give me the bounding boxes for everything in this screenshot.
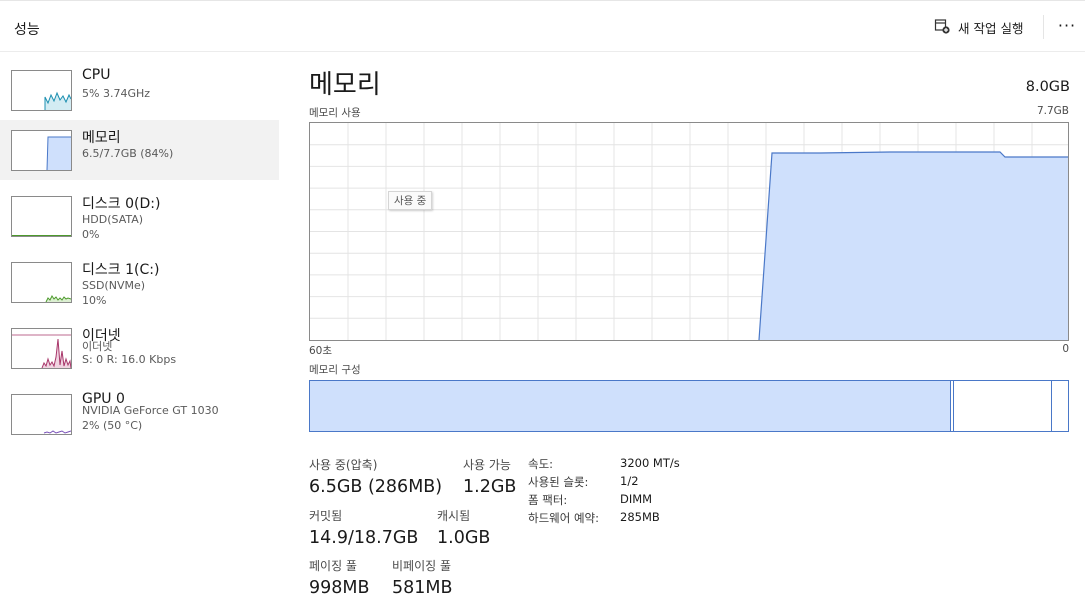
in-use-value: 6.5GB (286MB) xyxy=(309,477,443,497)
cached-value: 1.0GB xyxy=(437,528,491,548)
memory-composition-label: 메모리 구성 xyxy=(309,364,361,376)
sidebar-item-disk-1[interactable]: 디스크 1(C:) SSD(NVMe) 10% xyxy=(0,252,279,312)
sidebar-item-detail: SSD(NVMe) xyxy=(82,279,146,292)
memory-total: 8.0GB xyxy=(1025,79,1070,95)
new-task-icon xyxy=(934,18,950,37)
form-factor-label: 폼 팩터: xyxy=(528,493,568,507)
sidebar-item-disk-0[interactable]: 디스크 0(D:) HDD(SATA) 0% xyxy=(0,186,279,246)
paged-pool-label: 페이징 풀 xyxy=(309,559,357,573)
available-label: 사용 가능 xyxy=(463,458,511,472)
nonpaged-pool-value: 581MB xyxy=(392,578,453,598)
sidebar-item-detail: 6.5/7.7GB (84%) xyxy=(82,147,174,160)
sidebar-item-usage: 10% xyxy=(82,294,107,307)
memory-usage-graph xyxy=(309,122,1069,341)
nonpaged-pool-label: 비페이징 풀 xyxy=(392,559,452,573)
sidebar-item-memory[interactable]: 메모리 6.5/7.7GB (84%) xyxy=(0,120,279,180)
sidebar-item-gpu-0[interactable]: GPU 0 NVIDIA GeForce GT 1030 2% (50 °C) xyxy=(0,384,279,444)
page-title: 성능 xyxy=(14,22,40,38)
committed-value: 14.9/18.7GB xyxy=(309,528,419,548)
disk-0-thumbnail-graph xyxy=(11,196,72,237)
sidebar-item-throughput: S: 0 R: 16.0 Kbps xyxy=(82,353,177,366)
sidebar-item-detail: NVIDIA GeForce GT 1030 xyxy=(82,404,219,417)
ethernet-thumbnail-graph xyxy=(11,328,72,369)
toolbar-divider xyxy=(1043,15,1044,39)
memory-usage-chart xyxy=(310,123,1068,341)
composition-standby-segment xyxy=(953,381,1052,431)
slots-used-label: 사용된 슬롯: xyxy=(528,475,589,489)
sidebar-item-detail: 이더넷 xyxy=(82,340,113,353)
form-factor-value: DIMM xyxy=(620,492,653,506)
sidebar-item-name: 메모리 xyxy=(82,130,121,146)
hardware-reserved-label: 하드웨어 예약: xyxy=(528,511,600,525)
axis-left-label: 60초 xyxy=(309,345,333,357)
speed-value: 3200 MT/s xyxy=(620,456,680,470)
sidebar-item-usage: 0% xyxy=(82,228,100,241)
sidebar-item-name: CPU xyxy=(82,67,111,83)
run-new-task-button[interactable]: 새 작업 실행 xyxy=(934,17,1023,37)
gpu-thumbnail-graph xyxy=(11,394,72,435)
speed-label: 속도: xyxy=(528,457,554,471)
sidebar-item-cpu[interactable]: CPU 5% 3.74GHz xyxy=(0,60,279,120)
slots-used-value: 1/2 xyxy=(620,474,639,488)
memory-thumbnail-graph xyxy=(11,130,72,171)
sidebar-item-name: 디스크 1(C:) xyxy=(82,262,160,278)
available-value: 1.2GB xyxy=(463,477,517,497)
more-options-icon[interactable]: ··· xyxy=(1054,15,1080,39)
top-bar: 성능 새 작업 실행 ··· xyxy=(0,0,1085,52)
composition-in-use-segment xyxy=(310,381,951,431)
memory-usage-max: 7.7GB xyxy=(1036,105,1069,117)
graph-tooltip: 사용 중 xyxy=(388,191,433,210)
sidebar-item-detail: 5% 3.74GHz xyxy=(82,87,151,100)
memory-title: 메모리 xyxy=(309,70,381,100)
in-use-label: 사용 중(압축) xyxy=(309,458,378,472)
memory-composition-graph xyxy=(309,380,1069,432)
run-new-task-label: 새 작업 실행 xyxy=(958,20,1024,36)
cached-label: 캐시됨 xyxy=(437,509,471,523)
paged-pool-value: 998MB xyxy=(309,578,370,598)
sidebar-item-ethernet[interactable]: 이더넷 이더넷 S: 0 R: 16.0 Kbps xyxy=(0,318,279,378)
disk-1-thumbnail-graph xyxy=(11,262,72,303)
memory-usage-label: 메모리 사용 xyxy=(309,107,361,119)
sidebar-item-usage: 2% (50 °C) xyxy=(82,419,143,432)
hardware-reserved-value: 285MB xyxy=(620,510,660,524)
committed-label: 커밋됨 xyxy=(309,509,343,523)
sidebar-item-name: 디스크 0(D:) xyxy=(82,196,161,212)
cpu-thumbnail-graph xyxy=(11,70,72,111)
axis-right-label: 0 xyxy=(1062,343,1069,355)
sidebar-item-detail: HDD(SATA) xyxy=(82,213,144,226)
